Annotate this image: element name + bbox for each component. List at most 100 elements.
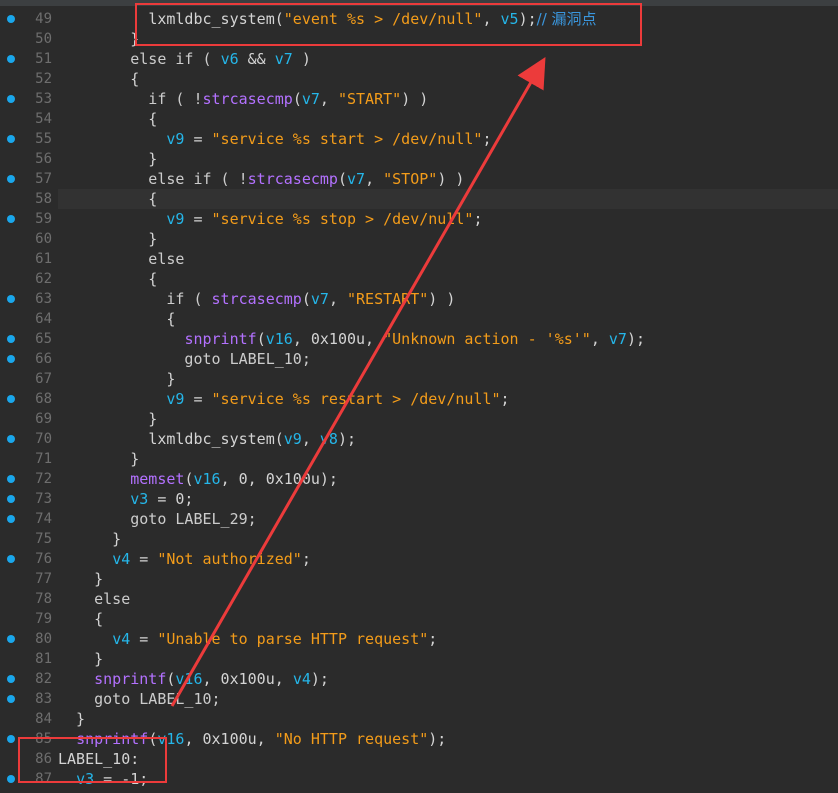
breakpoint-dot-icon[interactable] bbox=[7, 55, 15, 63]
code-token: ) ) bbox=[437, 170, 465, 188]
code-line[interactable]: 59 v9 = "service %s stop > /dev/null"; bbox=[0, 209, 838, 229]
highlight-box-vulnerable-call bbox=[135, 3, 642, 46]
code-line[interactable]: 54 { bbox=[0, 109, 838, 129]
code-token: { bbox=[58, 110, 158, 128]
code-token: } bbox=[58, 150, 158, 168]
code-token: v9 bbox=[166, 390, 185, 408]
code-line[interactable]: 72 memset(v16, 0, 0x100u); bbox=[0, 469, 838, 489]
breakpoint-dot-icon[interactable] bbox=[7, 355, 15, 363]
breakpoint-dot-icon[interactable] bbox=[7, 675, 15, 683]
code-line[interactable]: 53 if ( !strcasecmp(v7, "START") ) bbox=[0, 89, 838, 109]
code-line[interactable]: 70 lxmldbc_system(v9, v8); bbox=[0, 429, 838, 449]
code-line[interactable]: 56 } bbox=[0, 149, 838, 169]
code-line[interactable]: 64 { bbox=[0, 309, 838, 329]
code-line[interactable]: 58 { bbox=[0, 189, 838, 209]
code-token: ); bbox=[310, 670, 329, 688]
code-token: "service %s stop > /dev/null" bbox=[211, 210, 474, 228]
code-text: } bbox=[58, 449, 139, 469]
code-text: } bbox=[58, 709, 85, 729]
code-line[interactable]: 78 else bbox=[0, 589, 838, 609]
code-token: } bbox=[58, 710, 86, 728]
code-line[interactable]: 65 snprintf(v16, 0x100u, "Unknown action… bbox=[0, 329, 838, 349]
code-line[interactable]: 67 } bbox=[0, 369, 838, 389]
code-text: v4 = "Unable to parse HTTP request"; bbox=[58, 629, 437, 649]
code-token: ; bbox=[500, 390, 510, 408]
breakpoint-dot-icon[interactable] bbox=[7, 475, 15, 483]
code-token: "START" bbox=[337, 90, 402, 108]
code-line[interactable]: 51 else if ( v6 && v7 ) bbox=[0, 49, 838, 69]
code-token: else if ( bbox=[58, 50, 221, 68]
code-text: { bbox=[58, 309, 175, 329]
code-line[interactable]: 83 goto LABEL_10; bbox=[0, 689, 838, 709]
breakpoint-dot-icon[interactable] bbox=[7, 95, 15, 103]
code-token: snprintf bbox=[94, 670, 167, 688]
code-line[interactable]: 62 { bbox=[0, 269, 838, 289]
code-text: } bbox=[58, 569, 103, 589]
code-line[interactable]: 73 v3 = 0; bbox=[0, 489, 838, 509]
code-line[interactable]: 57 else if ( !strcasecmp(v7, "STOP") ) bbox=[0, 169, 838, 189]
code-token: ( bbox=[301, 290, 311, 308]
line-number: 59 bbox=[35, 211, 52, 227]
breakpoint-dot-icon[interactable] bbox=[7, 215, 15, 223]
breakpoint-dot-icon[interactable] bbox=[7, 135, 15, 143]
code-line[interactable]: 77 } bbox=[0, 569, 838, 589]
code-line[interactable]: 74 goto LABEL_29; bbox=[0, 509, 838, 529]
code-line[interactable]: 75 } bbox=[0, 529, 838, 549]
code-token: { bbox=[58, 190, 158, 208]
pseudocode-editor[interactable]: 49 lxmldbc_system("event %s > /dev/null"… bbox=[0, 0, 838, 793]
code-line[interactable]: 63 if ( strcasecmp(v7, "RESTART") ) bbox=[0, 289, 838, 309]
code-token: } bbox=[58, 30, 140, 48]
code-line[interactable]: 71 } bbox=[0, 449, 838, 469]
code-line[interactable]: 55 v9 = "service %s start > /dev/null"; bbox=[0, 129, 838, 149]
code-token: ); bbox=[337, 430, 357, 448]
code-text: else bbox=[58, 249, 184, 269]
code-line[interactable]: 61 else bbox=[0, 249, 838, 269]
breakpoint-dot-icon[interactable] bbox=[7, 15, 15, 23]
breakpoint-dot-icon[interactable] bbox=[7, 395, 15, 403]
code-line[interactable]: 66 goto LABEL_10; bbox=[0, 349, 838, 369]
line-number: 63 bbox=[35, 291, 52, 307]
breakpoint-dot-icon[interactable] bbox=[7, 335, 15, 343]
breakpoint-dot-icon[interactable] bbox=[7, 175, 15, 183]
code-line[interactable]: 76 v4 = "Not authorized"; bbox=[0, 549, 838, 569]
code-token: ) ) bbox=[401, 90, 429, 108]
breakpoint-dot-icon[interactable] bbox=[7, 495, 15, 503]
code-line[interactable]: 52 { bbox=[0, 69, 838, 89]
code-text: v3 = 0; bbox=[58, 489, 193, 509]
code-token: snprintf bbox=[184, 330, 257, 348]
code-line[interactable]: 79 { bbox=[0, 609, 838, 629]
line-number: 60 bbox=[35, 231, 52, 247]
code-token: , bbox=[590, 330, 609, 348]
breakpoint-dot-icon[interactable] bbox=[7, 555, 15, 563]
code-line[interactable]: 81 } bbox=[0, 649, 838, 669]
breakpoint-dot-icon[interactable] bbox=[7, 635, 15, 643]
breakpoint-dot-icon[interactable] bbox=[7, 735, 15, 743]
code-text: if ( strcasecmp(v7, "RESTART") ) bbox=[58, 289, 455, 309]
breakpoint-dot-icon[interactable] bbox=[7, 435, 15, 443]
code-token: ( bbox=[337, 170, 347, 188]
line-number: 61 bbox=[35, 251, 52, 267]
code-line[interactable]: 60 } bbox=[0, 229, 838, 249]
line-number: 78 bbox=[35, 591, 52, 607]
code-token: v4 bbox=[112, 550, 131, 568]
code-token: "STOP" bbox=[383, 170, 438, 188]
breakpoint-dot-icon[interactable] bbox=[7, 515, 15, 523]
code-token: v3 bbox=[130, 490, 149, 508]
breakpoint-dot-icon[interactable] bbox=[7, 775, 15, 783]
code-token: = bbox=[184, 130, 212, 148]
line-number: 49 bbox=[35, 11, 52, 27]
line-number: 75 bbox=[35, 531, 52, 547]
code-line[interactable]: 82 snprintf(v16, 0x100u, v4); bbox=[0, 669, 838, 689]
code-text: goto LABEL_10; bbox=[58, 689, 220, 709]
code-line[interactable]: 80 v4 = "Unable to parse HTTP request"; bbox=[0, 629, 838, 649]
code-token: } bbox=[58, 230, 158, 248]
breakpoint-dot-icon[interactable] bbox=[7, 295, 15, 303]
line-number: 76 bbox=[35, 551, 52, 567]
line-number: 84 bbox=[35, 711, 52, 727]
code-line[interactable]: 69 } bbox=[0, 409, 838, 429]
code-line[interactable]: 68 v9 = "service %s restart > /dev/null"… bbox=[0, 389, 838, 409]
breakpoint-dot-icon[interactable] bbox=[7, 695, 15, 703]
code-line[interactable]: 84 } bbox=[0, 709, 838, 729]
